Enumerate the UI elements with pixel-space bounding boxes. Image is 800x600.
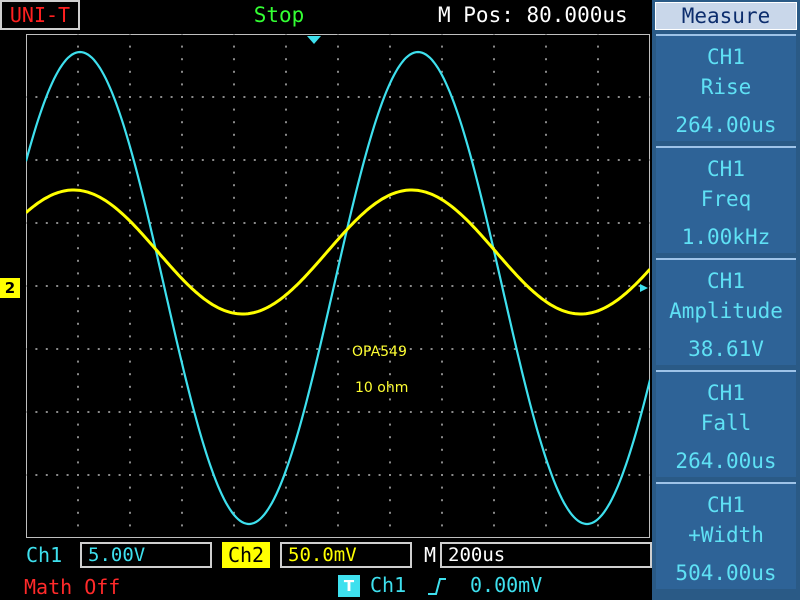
ch2-label[interactable]: Ch2 xyxy=(222,542,270,568)
measure-name: Freq xyxy=(700,187,752,211)
ch2-scale[interactable]: 50.0mV xyxy=(280,542,412,568)
measure-item-fall[interactable]: CH1 Fall 264.00us xyxy=(656,370,796,477)
rising-edge-icon xyxy=(428,578,446,595)
trigger-level[interactable]: 0.00mV xyxy=(470,572,542,598)
measure-item-width[interactable]: CH1 +Width 504.00us xyxy=(656,482,796,589)
timebase-scale[interactable]: 200us xyxy=(440,542,652,568)
annotation-label: OPA549 xyxy=(352,344,407,360)
measure-name: +Width xyxy=(688,523,764,547)
timebase-label: M xyxy=(424,543,437,567)
measure-value: 264.00us xyxy=(675,113,777,137)
brand-logo: UNI-T xyxy=(0,0,80,30)
measure-channel: CH1 xyxy=(707,269,745,293)
annotation-label: 10 ohm xyxy=(355,380,409,396)
trigger-badge: T xyxy=(338,575,360,597)
run-status: Stop xyxy=(253,3,305,27)
trigger-level-marker xyxy=(640,284,648,292)
measure-value: 1.00kHz xyxy=(681,225,771,249)
measure-item-rise[interactable]: CH1 Rise 264.00us xyxy=(656,34,796,141)
ch1-label[interactable]: Ch1 xyxy=(26,542,62,568)
ch2-waveform xyxy=(26,188,650,316)
measure-value: 264.00us xyxy=(675,449,777,473)
measure-channel: CH1 xyxy=(707,45,745,69)
ch2-marker[interactable]: 2 xyxy=(0,278,20,298)
trigger-source[interactable]: Ch1 xyxy=(370,572,406,598)
math-status[interactable]: Math Off xyxy=(24,574,120,600)
measure-title[interactable]: Measure xyxy=(655,2,797,30)
ch1-scale[interactable]: 5.00V xyxy=(80,542,212,568)
measure-channel: CH1 xyxy=(707,157,745,181)
measure-item-amplitude[interactable]: CH1 Amplitude 38.61V xyxy=(656,258,796,365)
measure-name: Rise xyxy=(700,75,752,99)
graticule xyxy=(26,34,650,527)
measure-item-freq[interactable]: CH1 Freq 1.00kHz xyxy=(656,146,796,253)
horizontal-position: M Pos: 80.000us xyxy=(438,3,628,27)
measure-channel: CH1 xyxy=(707,493,745,517)
measure-value: 38.61V xyxy=(688,337,764,361)
measure-name: Amplitude xyxy=(669,299,783,323)
trigger-position-marker xyxy=(307,36,321,44)
measure-value: 504.00us xyxy=(675,561,777,585)
measure-channel: CH1 xyxy=(707,381,745,405)
measure-name: Fall xyxy=(700,411,752,435)
